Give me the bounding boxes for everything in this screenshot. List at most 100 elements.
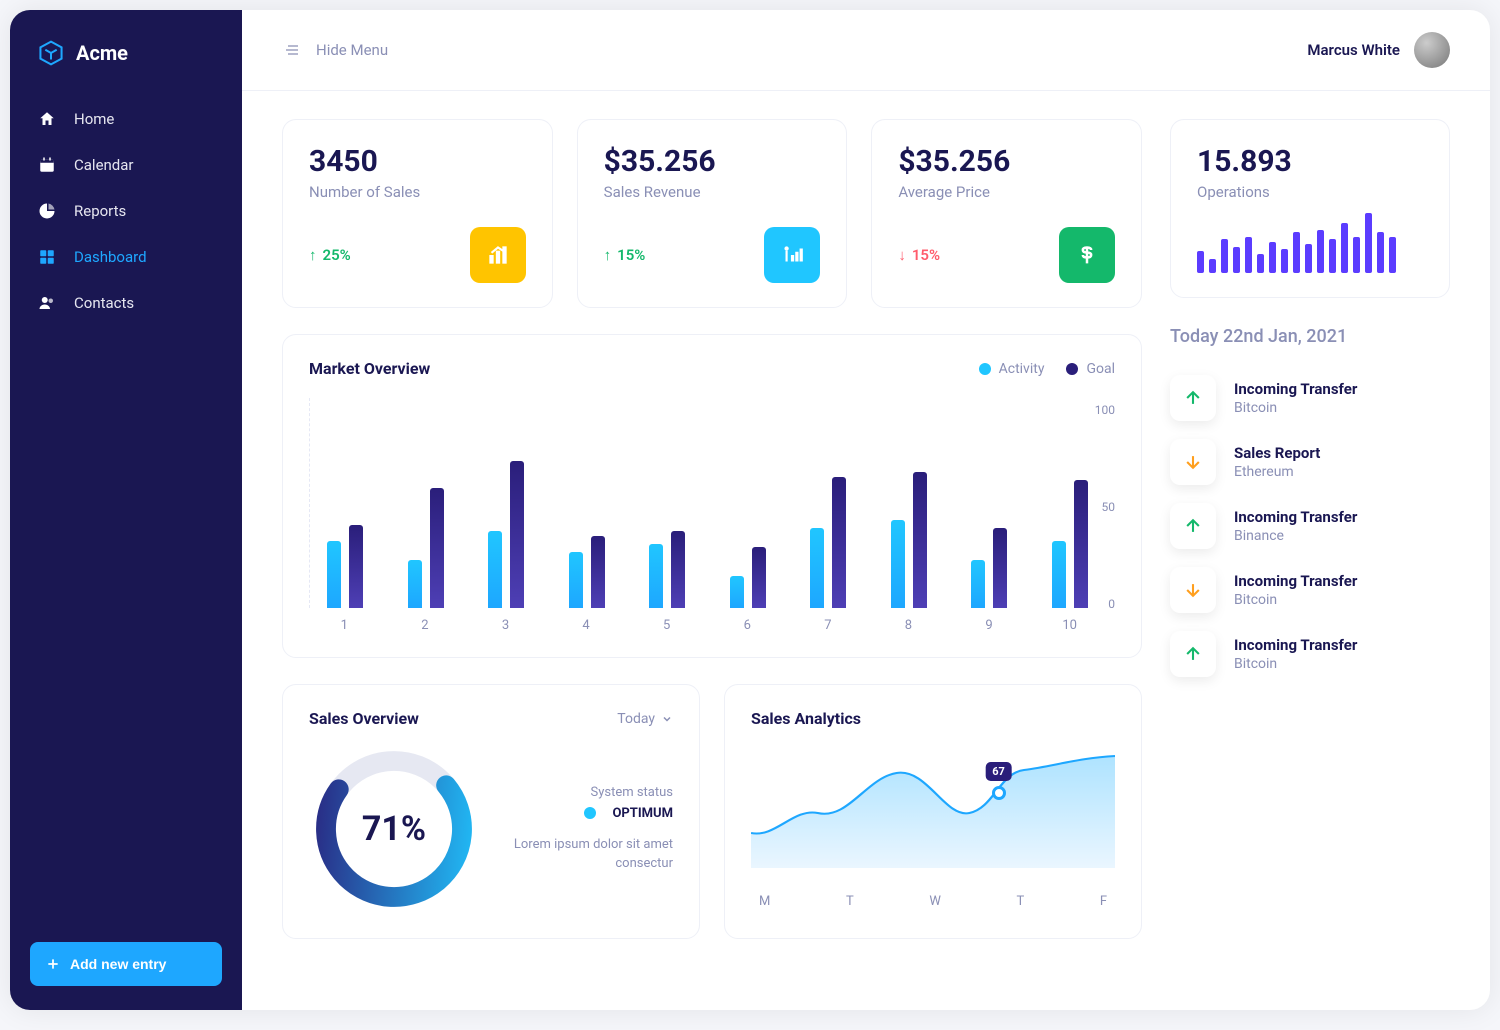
transfer-title: Incoming Transfer bbox=[1234, 380, 1357, 398]
spark-bar bbox=[1281, 249, 1288, 273]
transfer-item[interactable]: Incoming TransferBitcoin bbox=[1170, 375, 1450, 421]
transfer-item[interactable]: Incoming TransferBitcoin bbox=[1170, 631, 1450, 677]
stat-change: ↑ 25% bbox=[309, 246, 351, 264]
status-dot-icon bbox=[584, 807, 596, 819]
sales-analytics-xaxis: MTWTF bbox=[751, 888, 1115, 909]
bar-group bbox=[481, 461, 532, 608]
stat-card-sales: 3450 Number of Sales ↑ 25% bbox=[282, 119, 553, 308]
user-name: Marcus White bbox=[1307, 41, 1400, 59]
spark-bar bbox=[1245, 237, 1252, 273]
activity-bar bbox=[649, 544, 663, 608]
period-select[interactable]: Today bbox=[617, 711, 673, 727]
bar-group bbox=[723, 547, 774, 608]
spark-bar bbox=[1293, 232, 1300, 273]
stat-value: 3450 bbox=[309, 144, 526, 179]
sidebar-item-label: Home bbox=[74, 110, 114, 128]
spark-bar bbox=[1353, 237, 1360, 273]
legend-activity-dot-icon bbox=[979, 363, 991, 375]
sidebar-item-reports[interactable]: Reports bbox=[10, 188, 242, 234]
spark-bar bbox=[1221, 239, 1228, 273]
sales-analytics-chart: 67 bbox=[751, 738, 1115, 888]
goal-bar bbox=[349, 525, 363, 608]
user-area[interactable]: Marcus White bbox=[1307, 32, 1450, 68]
arrow-down-icon: ↓ bbox=[898, 246, 906, 264]
stat-value: 15.893 bbox=[1197, 144, 1423, 179]
dollar-icon bbox=[1059, 227, 1115, 283]
menu-icon bbox=[282, 42, 302, 58]
goal-bar bbox=[913, 472, 927, 608]
transfer-title: Incoming Transfer bbox=[1234, 572, 1357, 590]
transfer-subtitle: Binance bbox=[1234, 528, 1357, 544]
brand-name: Acme bbox=[76, 41, 128, 65]
market-overview-title: Market Overview bbox=[309, 359, 430, 378]
transfer-item[interactable]: Incoming TransferBinance bbox=[1170, 503, 1450, 549]
transfer-title: Sales Report bbox=[1234, 444, 1320, 462]
spark-bar bbox=[1317, 230, 1324, 273]
sidebar-item-home[interactable]: Home bbox=[10, 96, 242, 142]
nav: Home Calendar Reports Dashboard Contacts bbox=[10, 96, 242, 326]
activity-bar bbox=[971, 560, 985, 608]
goal-bar bbox=[1074, 480, 1088, 608]
sidebar-item-calendar[interactable]: Calendar bbox=[10, 142, 242, 188]
goal-bar bbox=[671, 531, 685, 608]
transfer-item[interactable]: Sales ReportEthereum bbox=[1170, 439, 1450, 485]
hide-menu-label: Hide Menu bbox=[316, 41, 388, 59]
add-new-entry-button[interactable]: Add new entry bbox=[30, 942, 222, 986]
sidebar-item-dashboard[interactable]: Dashboard bbox=[10, 234, 242, 280]
sales-analytics-card: Sales Analytics 67 MTWTF bbox=[724, 684, 1142, 939]
goal-bar bbox=[752, 547, 766, 608]
sales-overview-card: Sales Overview Today bbox=[282, 684, 700, 939]
brand: Acme bbox=[10, 40, 242, 96]
stat-change: ↓ 15% bbox=[898, 246, 940, 264]
spark-bar bbox=[1233, 247, 1240, 273]
chart-legend: Activity Goal bbox=[979, 361, 1115, 377]
date-heading: Today 22nd Jan, 2021 bbox=[1170, 320, 1450, 353]
spark-bar bbox=[1209, 259, 1216, 273]
spark-bar bbox=[1257, 254, 1264, 273]
stat-value: $35.256 bbox=[604, 144, 821, 179]
spark-bar bbox=[1197, 251, 1204, 273]
sidebar-item-label: Contacts bbox=[74, 294, 134, 312]
market-overview-xaxis: 12345678910 bbox=[309, 608, 1115, 633]
arrow-up-icon bbox=[1170, 503, 1216, 549]
spark-bar bbox=[1305, 244, 1312, 273]
spark-bar bbox=[1269, 242, 1276, 273]
pie-chart-icon bbox=[38, 202, 56, 220]
status-description: Lorem ipsum dolor sit amet consectur bbox=[503, 835, 673, 874]
activity-bar bbox=[408, 560, 422, 608]
stat-label: Operations bbox=[1197, 183, 1423, 201]
status-label: System status bbox=[503, 785, 673, 800]
grid-icon bbox=[38, 248, 56, 266]
spark-bar bbox=[1377, 232, 1384, 273]
bar-group bbox=[642, 531, 693, 608]
spark-bar bbox=[1329, 239, 1336, 273]
add-entry-label: Add new entry bbox=[70, 956, 166, 972]
arrow-down-icon bbox=[1170, 439, 1216, 485]
stat-row: 3450 Number of Sales ↑ 25% bbox=[282, 119, 1142, 308]
bar-group bbox=[803, 477, 854, 608]
brand-logo-icon bbox=[38, 40, 64, 66]
arrow-up-icon bbox=[1170, 631, 1216, 677]
stat-label: Number of Sales bbox=[309, 183, 526, 201]
sidebar-item-contacts[interactable]: Contacts bbox=[10, 280, 242, 326]
goal-bar bbox=[510, 461, 524, 608]
stat-label: Average Price bbox=[898, 183, 1115, 201]
users-icon bbox=[38, 294, 56, 312]
hide-menu-toggle[interactable]: Hide Menu bbox=[282, 41, 388, 59]
bar-group bbox=[320, 525, 371, 608]
arrow-down-icon bbox=[1170, 567, 1216, 613]
sidebar: Acme Home Calendar Reports Dashboard Con… bbox=[10, 10, 242, 1010]
status-value: OPTIMUM bbox=[503, 806, 673, 821]
chart-bars-icon bbox=[470, 227, 526, 283]
stat-card-avg-price: $35.256 Average Price ↓ 15% bbox=[871, 119, 1142, 308]
market-overview-chart bbox=[309, 398, 1115, 608]
tooltip-badge: 67 bbox=[985, 762, 1012, 781]
transfer-item[interactable]: Incoming TransferBitcoin bbox=[1170, 567, 1450, 613]
chevron-down-icon bbox=[661, 713, 673, 725]
donut-percent: 71% bbox=[309, 744, 479, 914]
stat-card-revenue: $35.256 Sales Revenue ↑ 15% bbox=[577, 119, 848, 308]
sales-overview-title: Sales Overview bbox=[309, 709, 419, 728]
activity-bar bbox=[810, 528, 824, 608]
stat-value: $35.256 bbox=[898, 144, 1115, 179]
activity-bar bbox=[891, 520, 905, 608]
